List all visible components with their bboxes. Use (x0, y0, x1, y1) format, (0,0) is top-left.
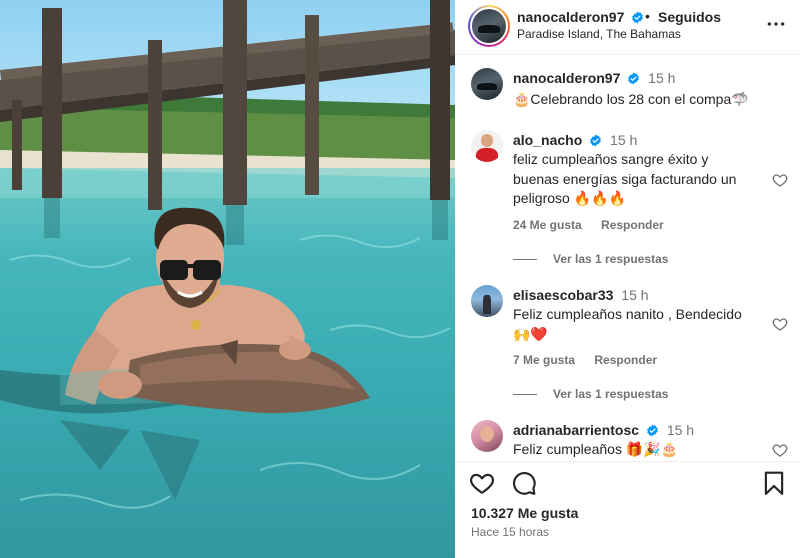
view-replies-button[interactable]: Ver las 1 respuestas (513, 252, 668, 266)
comment-text: feliz cumpleaños sangre éxito y buenas e… (513, 151, 737, 206)
comment-likes[interactable]: 24 Me gusta (513, 218, 582, 232)
author-avatar (472, 9, 506, 43)
comments-list[interactable]: nanocalderon97 15 h 🎂Celebrando los 28 c… (455, 56, 800, 460)
comment-meta: 24 Me gusta Responder (513, 218, 680, 232)
photo-scene (0, 0, 455, 509)
comment-avatar[interactable] (471, 130, 503, 162)
comment-heart-icon[interactable] (772, 172, 788, 188)
post-time-ago[interactable]: Hace 15 horas (471, 525, 549, 539)
following-button[interactable]: Seguidos (658, 9, 721, 25)
comment-header: elisaescobar33 15 h (513, 287, 649, 303)
comment-username[interactable]: alo_nacho (513, 132, 582, 148)
comment-item: elisaescobar33 15 h Feliz cumpleaños nan… (455, 285, 800, 405)
caption-time[interactable]: 15 h (648, 70, 675, 86)
verified-badge-icon (590, 134, 602, 147)
verified-badge-icon (628, 72, 640, 85)
comment-time[interactable]: 15 h (610, 132, 637, 148)
caption-header: nanocalderon97 15 h (513, 70, 675, 86)
replies-line (513, 394, 537, 396)
header-separator: • (645, 8, 650, 24)
comment-avatar[interactable] (471, 420, 503, 452)
caption-username[interactable]: nanocalderon97 (513, 70, 620, 86)
reply-button[interactable]: Responder (594, 353, 657, 367)
caption-item: nanocalderon97 15 h 🎂Celebrando los 28 c… (455, 68, 800, 116)
likes-count[interactable]: 10.327 Me gusta (471, 505, 578, 521)
comment-item: adrianabarrientosc 15 h Feliz cumpleaños… (455, 420, 800, 460)
bookmark-icon[interactable] (761, 470, 787, 496)
heart-icon[interactable] (469, 470, 495, 496)
author-username-row[interactable]: nanocalderon97 (517, 9, 644, 25)
post-location[interactable]: Paradise Island, The Bahamas (517, 27, 681, 41)
view-replies-label: Ver las 1 respuestas (553, 252, 669, 266)
caption-text: 🎂Celebrando los 28 con el compa🦈 (513, 91, 749, 107)
post-photo[interactable] (0, 0, 455, 558)
post-actions: 10.327 Me gusta Hace 15 horas (455, 461, 800, 558)
comment-heart-icon[interactable] (772, 316, 788, 332)
verified-badge-icon (647, 424, 658, 437)
view-replies-button[interactable]: Ver las 1 respuestas (513, 387, 668, 401)
comment-username[interactable]: elisaescobar33 (513, 287, 613, 303)
comment-header: adrianabarrientosc 15 h (513, 422, 694, 438)
replies-line (513, 259, 537, 261)
comment-avatar[interactable] (471, 285, 503, 317)
comment-bubble-icon[interactable] (511, 470, 537, 496)
comment-time[interactable]: 15 h (667, 422, 694, 438)
author-username[interactable]: nanocalderon97 (517, 9, 624, 25)
comment-username[interactable]: adrianabarrientosc (513, 422, 639, 438)
comment-item: alo_nacho 15 h feliz cumpleaños sangre é… (455, 130, 800, 266)
comment-meta: 7 Me gusta Responder (513, 353, 673, 367)
comment-text: Feliz cumpleaños 🎁🎉🎂 (513, 441, 679, 457)
view-replies-label: Ver las 1 respuestas (553, 387, 669, 401)
post-header: nanocalderon97 • Seguidos Paradise Islan… (455, 0, 800, 55)
comment-header: alo_nacho 15 h (513, 132, 637, 148)
reply-button[interactable]: Responder (601, 218, 664, 232)
comment-heart-icon[interactable] (772, 442, 788, 458)
verified-badge-icon (632, 11, 644, 24)
comment-likes[interactable]: 7 Me gusta (513, 353, 575, 367)
more-horizontal-icon[interactable] (766, 14, 786, 34)
post-detail-panel: nanocalderon97 • Seguidos Paradise Islan… (455, 0, 800, 558)
author-avatar-ring[interactable] (468, 5, 510, 47)
comment-time[interactable]: 15 h (621, 287, 648, 303)
comment-text: Feliz cumpleaños nanito , Bendecido 🙌❤️ (513, 306, 742, 342)
caption-avatar[interactable] (471, 68, 503, 100)
